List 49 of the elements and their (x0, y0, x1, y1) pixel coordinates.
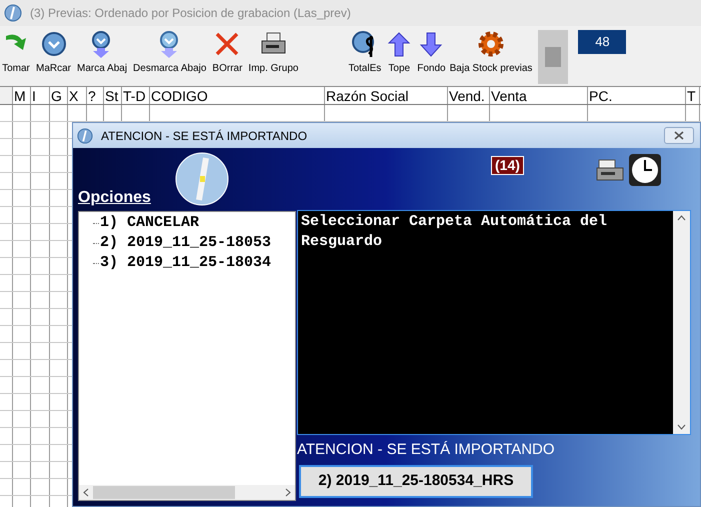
toolbar-button[interactable]: MaRcar (36, 30, 72, 75)
toolbar-button[interactable]: Tomar (2, 30, 30, 75)
column-header[interactable]: CODIGO (150, 87, 325, 104)
column-header[interactable]: G (50, 87, 68, 104)
column-header[interactable]: ? (87, 87, 104, 104)
app-icon (77, 128, 93, 144)
tree-item[interactable]: 2) 2019_11_25-18053 (100, 232, 272, 254)
tree-item[interactable]: 1) CANCELAR (100, 212, 200, 234)
column-header[interactable]: T (686, 87, 700, 104)
toolbar-button[interactable]: Desmarca Abajo (133, 30, 206, 75)
gear-icon (477, 30, 506, 58)
options-heading: Opciones (78, 188, 151, 208)
toolbar-button[interactable]: Marca Abaj (77, 30, 128, 75)
message-text: Seleccionar Carpeta Automática del Resguardo (300, 212, 608, 252)
scrollbar-thumb[interactable] (93, 486, 235, 499)
vertical-scrollbar[interactable] (673, 211, 690, 434)
horizontal-scrollbar[interactable] (79, 485, 295, 500)
close-icon (674, 131, 684, 140)
column-header[interactable]: Vend. (448, 87, 490, 104)
tree-item[interactable]: 3) 2019_11_25-18034 (100, 252, 272, 274)
column-header[interactable]: T-D (122, 87, 150, 104)
toolbar-button[interactable]: Baja Stock previas (450, 30, 532, 75)
counter-display: 48 (578, 30, 626, 54)
scroll-right-icon (285, 488, 291, 497)
column-header[interactable]: I (31, 87, 50, 104)
column-header[interactable]: PC. (588, 87, 686, 104)
compass-icon (175, 152, 229, 206)
column-header[interactable]: St (104, 87, 122, 104)
selection-button[interactable]: 2) 2019_11_25-180534_HRS (299, 465, 533, 498)
scroll-left-icon (83, 488, 89, 497)
scroll-down-icon (677, 424, 686, 430)
status-text: ATENCION - SE ESTÁ IMPORTANDO (297, 440, 555, 460)
toolbar-button[interactable]: Tope (385, 30, 414, 75)
toolbar-button[interactable]: Fondo (417, 30, 446, 75)
close-button[interactable] (664, 127, 694, 144)
clock-icon (629, 154, 661, 186)
toolbar-button[interactable]: Imp. Grupo (248, 30, 298, 75)
scroll-up-icon (677, 215, 686, 221)
column-header[interactable]: M (13, 87, 31, 104)
toolbar-button[interactable]: TotalEs (348, 30, 382, 75)
dialog-title: ATENCION - SE ESTÁ IMPORTANDO (101, 128, 308, 144)
check-circle-icon (40, 30, 68, 58)
app-icon (4, 4, 22, 22)
toolbar-button[interactable]: BOrrar (212, 30, 242, 75)
column-header[interactable]: Razón Social (325, 87, 448, 104)
column-header[interactable]: Venta (490, 87, 588, 104)
count-badge: (14) (491, 156, 524, 175)
column-header[interactable]: X (68, 87, 87, 104)
window-title: (3) Previas: Ordenado por Posicion de grabacion (Las_prev) (30, 5, 351, 22)
